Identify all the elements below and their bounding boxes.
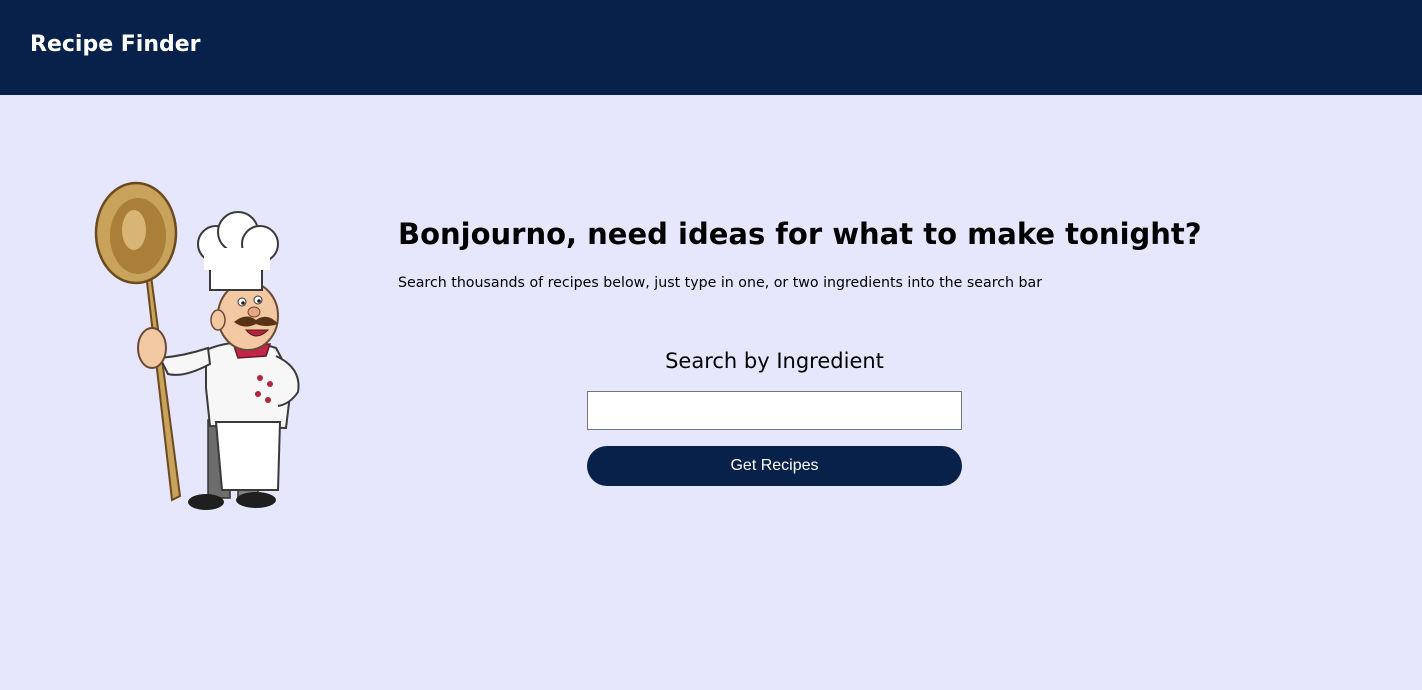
brand-title[interactable]: Recipe Finder — [30, 31, 201, 59]
navbar: Recipe Finder — [0, 0, 1422, 95]
search-label: Search by Ingredient — [665, 349, 884, 373]
get-recipes-button[interactable]: Get Recipes — [587, 446, 962, 486]
hero-headline: Bonjourno, need ideas for what to make t… — [398, 217, 1202, 251]
chef-illustration — [94, 181, 300, 510]
ingredient-search-input[interactable] — [587, 391, 962, 430]
hero-subtext: Search thousands of recipes below, just … — [398, 275, 1043, 291]
